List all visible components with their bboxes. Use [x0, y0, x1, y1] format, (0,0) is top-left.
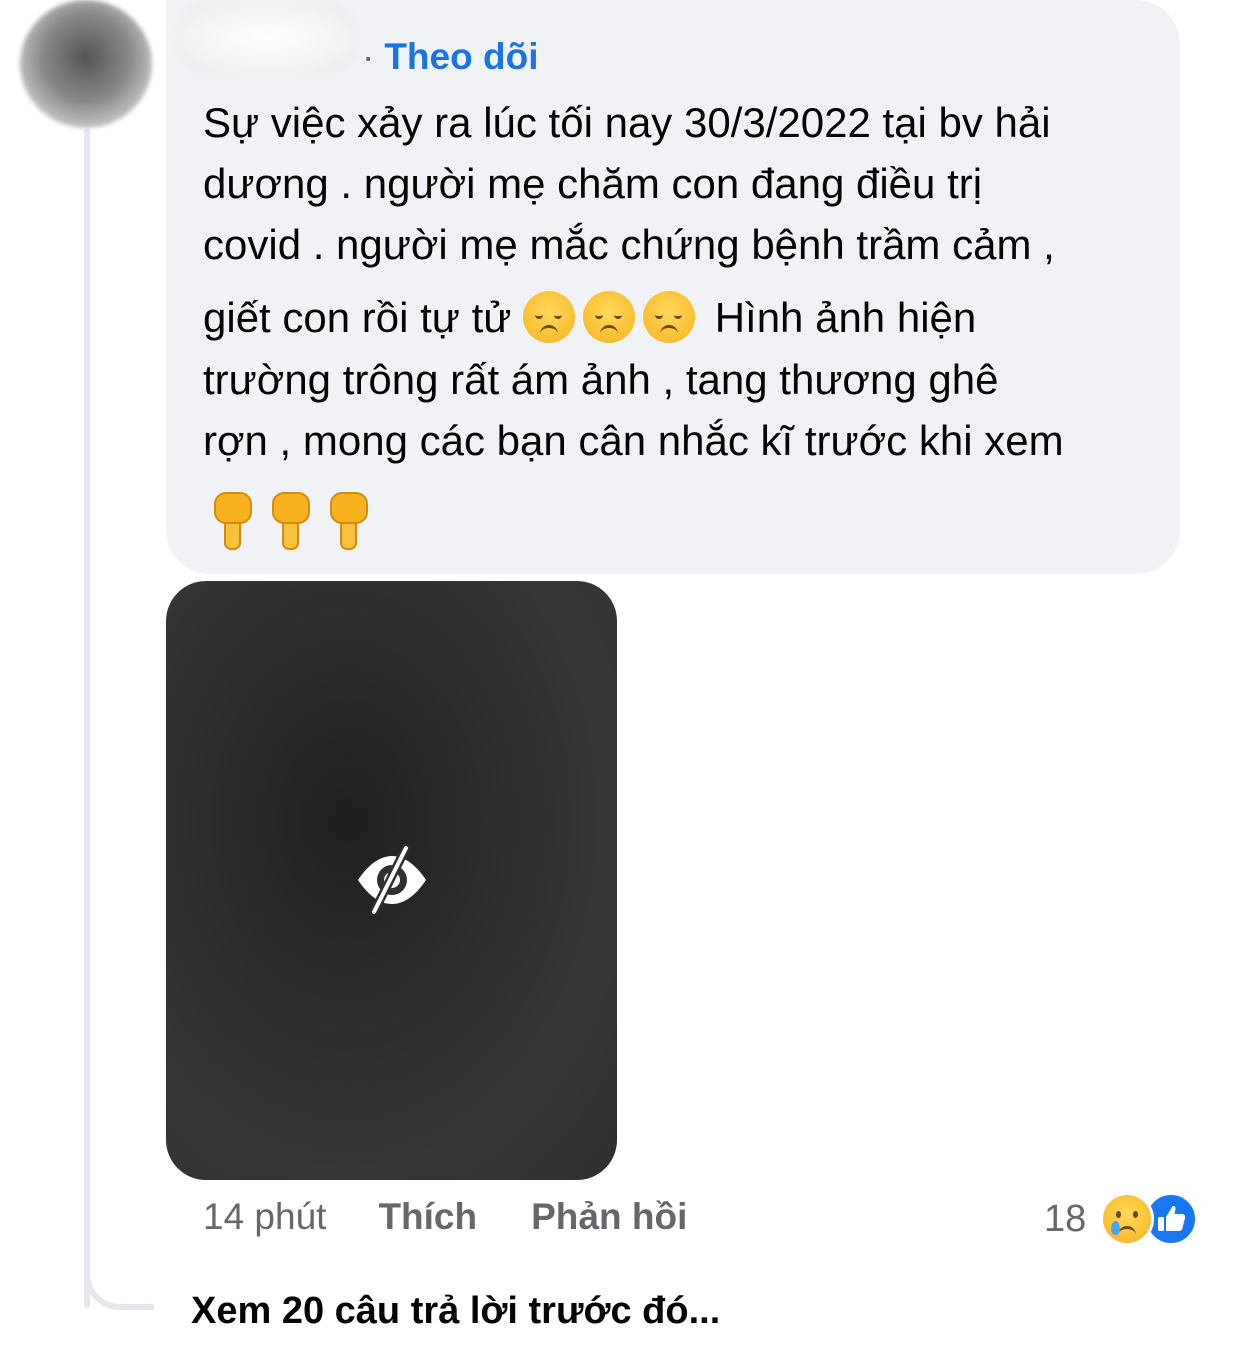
comment-line: Sự việc xảy ra lúc tối nay 30/3/2022 tại… [203, 99, 1051, 146]
comment-line: trường trông rất ám ảnh , tang thương gh… [203, 356, 999, 403]
hidden-media-attachment[interactable] [166, 581, 617, 1180]
thread-connector-curve [84, 1258, 154, 1310]
comment-actions: 14 phút Thích Phản hồi [203, 1196, 687, 1238]
reply-button[interactable]: Phản hồi [531, 1196, 687, 1238]
reaction-count: 18 [1044, 1197, 1087, 1240]
pointing-down-emojis [210, 490, 368, 550]
comment-line: giết con rồi tự tử [203, 294, 512, 341]
like-button[interactable]: Thích [378, 1196, 477, 1238]
separator-dot: · [362, 36, 375, 77]
thread-connector-line [84, 128, 90, 1308]
avatar[interactable] [20, 0, 152, 128]
comment-line: dương . người mẹ chăm con đang điều trị [203, 160, 983, 207]
reaction-summary[interactable]: 18 [1044, 1192, 1199, 1246]
eye-slash-icon [358, 845, 426, 915]
pointing-down-icon [210, 490, 252, 550]
disappointed-face-icon [523, 290, 576, 343]
pointing-down-icon [326, 490, 368, 550]
pointing-down-icon [268, 490, 310, 550]
comment-line: Hình ảnh hiện [714, 294, 977, 341]
comment-line: rợn , mong các bạn cân nhắc kĩ trước khi… [203, 417, 1064, 464]
comment-text: Sự việc xảy ra lúc tối nay 30/3/2022 tại… [203, 92, 1163, 471]
comment-timestamp[interactable]: 14 phút [203, 1196, 326, 1238]
comment-line: covid . người mẹ mắc chứng bệnh trầm cảm… [203, 221, 1055, 268]
view-previous-replies-link[interactable]: Xem 20 câu trả lời trước đó... [191, 1290, 720, 1333]
follow-link[interactable]: Theo dõi [384, 36, 538, 77]
author-line: · Theo dõi [200, 36, 538, 78]
disappointed-face-icon [643, 290, 696, 343]
comment-line-with-emoji: giết con rồi tự tử Hình ảnh hiện [203, 275, 1163, 349]
disappointed-face-icon [583, 290, 636, 343]
comment-thread: · Theo dõi Sự việc xảy ra lúc tối nay 30/… [0, 0, 1234, 1352]
sad-reaction-icon [1100, 1192, 1155, 1246]
